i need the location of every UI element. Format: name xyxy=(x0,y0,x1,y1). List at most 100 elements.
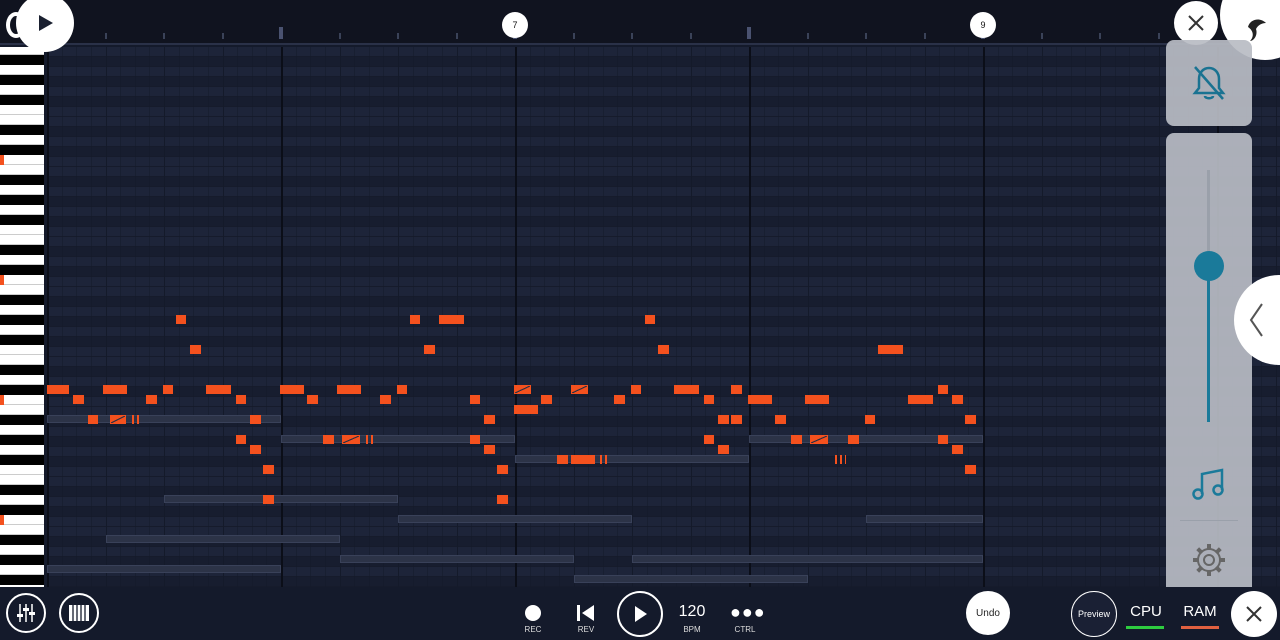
white-key[interactable] xyxy=(0,65,44,75)
note[interactable] xyxy=(877,345,903,354)
note[interactable] xyxy=(365,435,377,444)
note[interactable] xyxy=(323,435,334,444)
note[interactable] xyxy=(497,495,508,504)
note[interactable] xyxy=(557,455,568,464)
white-key[interactable] xyxy=(0,285,44,295)
white-key[interactable] xyxy=(0,275,44,285)
note[interactable] xyxy=(380,395,391,404)
note[interactable] xyxy=(570,455,596,464)
black-key[interactable] xyxy=(0,335,44,345)
note[interactable] xyxy=(658,345,669,354)
undo-button[interactable]: Undo xyxy=(966,591,1010,635)
note[interactable] xyxy=(73,395,84,404)
white-key[interactable] xyxy=(0,475,44,485)
white-key[interactable] xyxy=(0,395,44,405)
preview-button[interactable]: Preview xyxy=(1071,591,1117,637)
black-key[interactable] xyxy=(0,485,44,495)
note[interactable] xyxy=(703,395,714,404)
black-key[interactable] xyxy=(0,385,44,395)
black-key[interactable] xyxy=(0,415,44,425)
note[interactable] xyxy=(645,315,656,324)
note[interactable] xyxy=(835,455,846,464)
note[interactable] xyxy=(731,385,742,394)
note[interactable] xyxy=(206,385,232,394)
note[interactable] xyxy=(965,415,976,424)
note[interactable] xyxy=(175,315,186,324)
note[interactable] xyxy=(497,465,508,474)
black-key[interactable] xyxy=(0,555,44,565)
note[interactable] xyxy=(599,455,611,464)
note[interactable] xyxy=(102,385,128,394)
note[interactable] xyxy=(804,395,830,404)
black-key[interactable] xyxy=(0,95,44,105)
note[interactable] xyxy=(342,435,360,444)
black-key[interactable] xyxy=(0,365,44,375)
note[interactable] xyxy=(484,445,495,454)
note[interactable] xyxy=(109,415,126,424)
note[interactable] xyxy=(190,345,201,354)
note[interactable] xyxy=(513,385,532,394)
ruler-marker-9[interactable]: 9 xyxy=(970,12,996,38)
note[interactable] xyxy=(937,385,948,394)
black-key[interactable] xyxy=(0,175,44,185)
black-key[interactable] xyxy=(0,265,44,275)
note[interactable] xyxy=(541,395,552,404)
note[interactable] xyxy=(848,435,859,444)
white-key[interactable] xyxy=(0,155,44,165)
black-key[interactable] xyxy=(0,505,44,515)
note[interactable] xyxy=(469,435,480,444)
white-key[interactable] xyxy=(0,515,44,525)
white-key[interactable] xyxy=(0,405,44,415)
note[interactable] xyxy=(469,395,480,404)
note[interactable] xyxy=(513,405,539,414)
volume-slider-knob[interactable] xyxy=(1194,250,1224,281)
mute-notifications-button[interactable] xyxy=(1166,40,1252,126)
white-key[interactable] xyxy=(0,305,44,315)
ctrl-button[interactable]: ●●● xyxy=(730,603,766,621)
white-key[interactable] xyxy=(0,85,44,95)
black-key[interactable] xyxy=(0,215,44,225)
note[interactable] xyxy=(810,435,828,444)
black-key[interactable] xyxy=(0,195,44,205)
note[interactable] xyxy=(235,395,246,404)
white-key[interactable] xyxy=(0,135,44,145)
black-key[interactable] xyxy=(0,145,44,155)
record-button[interactable] xyxy=(525,605,541,621)
white-key[interactable] xyxy=(0,205,44,215)
note[interactable] xyxy=(263,495,274,504)
note[interactable] xyxy=(570,385,589,394)
black-key[interactable] xyxy=(0,75,44,85)
note[interactable] xyxy=(250,445,261,454)
mixer-button[interactable] xyxy=(6,593,46,633)
white-key[interactable] xyxy=(0,445,44,455)
close-button[interactable] xyxy=(1231,591,1277,637)
note[interactable] xyxy=(336,385,362,394)
black-key[interactable] xyxy=(0,55,44,65)
black-key[interactable] xyxy=(0,535,44,545)
note[interactable] xyxy=(396,385,407,394)
white-key[interactable] xyxy=(0,225,44,235)
bpm-value[interactable]: 120 xyxy=(672,603,712,621)
white-key[interactable] xyxy=(0,355,44,365)
note[interactable] xyxy=(731,415,742,424)
white-key[interactable] xyxy=(0,115,44,125)
settings-button[interactable] xyxy=(1190,541,1228,579)
note[interactable] xyxy=(674,385,700,394)
note[interactable] xyxy=(952,445,963,454)
note[interactable] xyxy=(162,385,173,394)
note[interactable] xyxy=(307,395,318,404)
piano-keyboard[interactable] xyxy=(0,47,44,587)
note[interactable] xyxy=(87,415,99,424)
note[interactable] xyxy=(263,465,274,474)
ruler-marker-7[interactable]: 7 xyxy=(502,12,528,38)
note[interactable] xyxy=(235,435,246,444)
white-key[interactable] xyxy=(0,545,44,555)
note[interactable] xyxy=(47,385,69,394)
piano-roll-grid[interactable] xyxy=(47,47,1280,587)
black-key[interactable] xyxy=(0,455,44,465)
music-note-button[interactable] xyxy=(1190,464,1228,502)
note[interactable] xyxy=(791,435,802,444)
black-key[interactable] xyxy=(0,245,44,255)
note[interactable] xyxy=(703,435,714,444)
close-piano-roll-button[interactable] xyxy=(1174,1,1218,45)
